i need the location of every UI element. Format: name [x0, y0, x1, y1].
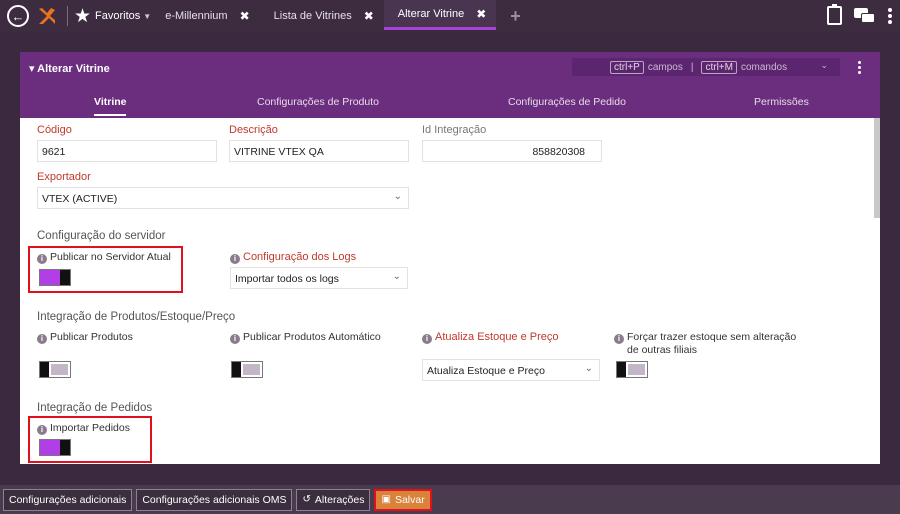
importar-pedidos-toggle[interactable]	[39, 439, 71, 456]
tab-config-produto[interactable]: Configurações de Produto	[257, 96, 379, 108]
close-icon[interactable]: ✖	[240, 9, 250, 23]
save-button[interactable]: ▣ Salvar	[374, 488, 432, 511]
descricao-label: Descrição	[229, 124, 278, 136]
info-icon: i	[614, 334, 624, 344]
config-logs-label: i Configuração dos Logs	[230, 251, 356, 264]
chevron-down-icon: ▼	[143, 11, 152, 21]
close-icon[interactable]: ✖	[476, 7, 486, 21]
info-icon: i	[37, 254, 47, 264]
shortcut-bar[interactable]: ctrl+P campos | ctrl+M comandos ⌄	[572, 58, 840, 76]
star-icon: ★	[74, 5, 92, 27]
shortcut-key: ctrl+P	[610, 60, 644, 74]
panel-header: ▾ Alterar Vitrine ctrl+P campos | ctrl+M…	[20, 52, 880, 118]
info-icon: i	[230, 334, 240, 344]
favorites-label: Favoritos	[95, 10, 141, 22]
config-oms-button[interactable]: Configurações adicionais OMS	[136, 488, 293, 511]
shortcut-label: comandos	[740, 61, 788, 73]
more-menu-icon[interactable]	[888, 7, 892, 24]
edit-panel: ▾ Alterar Vitrine ctrl+P campos | ctrl+M…	[20, 52, 880, 464]
exportador-select[interactable]: VTEX (ACTIVE) ⌄	[37, 187, 409, 209]
panel-menu-icon[interactable]	[858, 61, 861, 74]
divider: |	[690, 61, 694, 73]
publicar-auto-label: i Publicar Produtos Automático	[230, 331, 381, 344]
config-logs-value: Importar todos os logs	[235, 273, 339, 285]
section-pedidos-title: Integração de Pedidos	[37, 402, 153, 414]
chevron-down-icon: ⌄	[393, 191, 402, 202]
forcar-estoque-label: i Forçar trazer estoque sem alteração de o…	[614, 331, 796, 356]
save-label: Salvar	[394, 493, 425, 506]
chat-icon[interactable]	[854, 7, 876, 24]
shortcut-key: ctrl+M	[701, 60, 737, 74]
save-icon: ▣	[381, 494, 391, 505]
chevron-down-icon[interactable]: ⌄	[820, 60, 828, 71]
publicar-servidor-label: i Publicar no Servidor Atual	[37, 251, 171, 264]
config-adicionais-button[interactable]: Configurações adicionais	[3, 488, 133, 511]
tab-lista-vitrines[interactable]: Lista de Vitrines ✖	[260, 0, 384, 32]
section-produtos-title: Integração de Produtos/Estoque/Preço	[37, 311, 236, 323]
shortcut-label: campos	[647, 61, 683, 73]
publicar-produtos-toggle[interactable]	[39, 361, 71, 378]
atualiza-select[interactable]: Atualiza Estoque e Preço ⌄	[422, 359, 600, 381]
top-bar: ← ★ Favoritos ▼ e-Millennium ✖ Lista de …	[0, 0, 900, 32]
tab-label: Alterar Vitrine	[397, 7, 465, 20]
app-logo-icon[interactable]	[37, 6, 57, 26]
publicar-auto-toggle[interactable]	[231, 361, 263, 378]
close-icon[interactable]: ✖	[364, 9, 374, 23]
codigo-field[interactable]: 9621	[37, 140, 217, 162]
publicar-produtos-label: i Publicar Produtos	[37, 331, 133, 344]
chevron-down-icon: ⌄	[392, 271, 401, 282]
tab-alterar-vitrine[interactable]: Alterar Vitrine ✖	[383, 0, 497, 30]
atualiza-value: Atualiza Estoque e Preço	[427, 365, 545, 377]
scrollbar[interactable]	[874, 118, 880, 218]
exportador-label: Exportador	[37, 171, 91, 183]
tab-permissoes[interactable]: Permissões	[754, 96, 809, 108]
tab-label: e-Millennium	[165, 10, 228, 22]
config-logs-select[interactable]: Importar todos os logs ⌄	[230, 267, 408, 289]
form-content: Código 9621 Descrição VITRINE VTEX QA Id…	[20, 118, 880, 464]
descricao-field[interactable]: VITRINE VTEX QA	[229, 140, 409, 162]
alteracoes-button[interactable]: ↺ Alterações	[296, 488, 371, 511]
info-icon: i	[37, 425, 47, 435]
id-integracao-label: Id Integração	[422, 124, 487, 136]
clipboard-icon[interactable]	[827, 4, 842, 25]
info-icon: i	[37, 334, 47, 344]
history-icon: ↺	[302, 494, 311, 505]
id-integracao-field[interactable]: 858820308	[422, 140, 602, 162]
footer-bar: Configurações adicionais Configurações a…	[0, 485, 900, 514]
codigo-label: Código	[37, 124, 72, 136]
exportador-value: VTEX (ACTIVE)	[42, 193, 118, 205]
chevron-down-icon: ⌄	[584, 363, 593, 374]
importar-pedidos-label: i Importar Pedidos	[37, 422, 130, 435]
favorites-menu[interactable]: ★ Favoritos ▼	[74, 7, 151, 26]
tab-e-millennium[interactable]: e-Millennium ✖	[151, 0, 259, 32]
info-icon: i	[422, 334, 432, 344]
forcar-estoque-toggle[interactable]	[616, 361, 648, 378]
tab-config-pedido[interactable]: Configurações de Pedido	[508, 96, 626, 108]
tab-vitrine[interactable]: Vitrine	[94, 96, 127, 116]
atualiza-label: i Atualiza Estoque e Preço	[422, 331, 559, 344]
panel-title[interactable]: ▾ Alterar Vitrine	[29, 62, 110, 75]
publicar-servidor-toggle[interactable]	[39, 269, 71, 286]
alteracoes-label: Alterações	[314, 493, 365, 506]
panel-tabs: Vitrine Configurações de Produto Configu…	[20, 96, 880, 118]
info-icon: i	[230, 254, 240, 264]
add-tab-icon[interactable]: +	[510, 6, 521, 27]
back-icon[interactable]: ←	[7, 5, 29, 27]
section-servidor-title: Configuração do servidor	[37, 230, 166, 242]
divider	[67, 6, 68, 26]
tab-label: Lista de Vitrines	[273, 10, 352, 22]
